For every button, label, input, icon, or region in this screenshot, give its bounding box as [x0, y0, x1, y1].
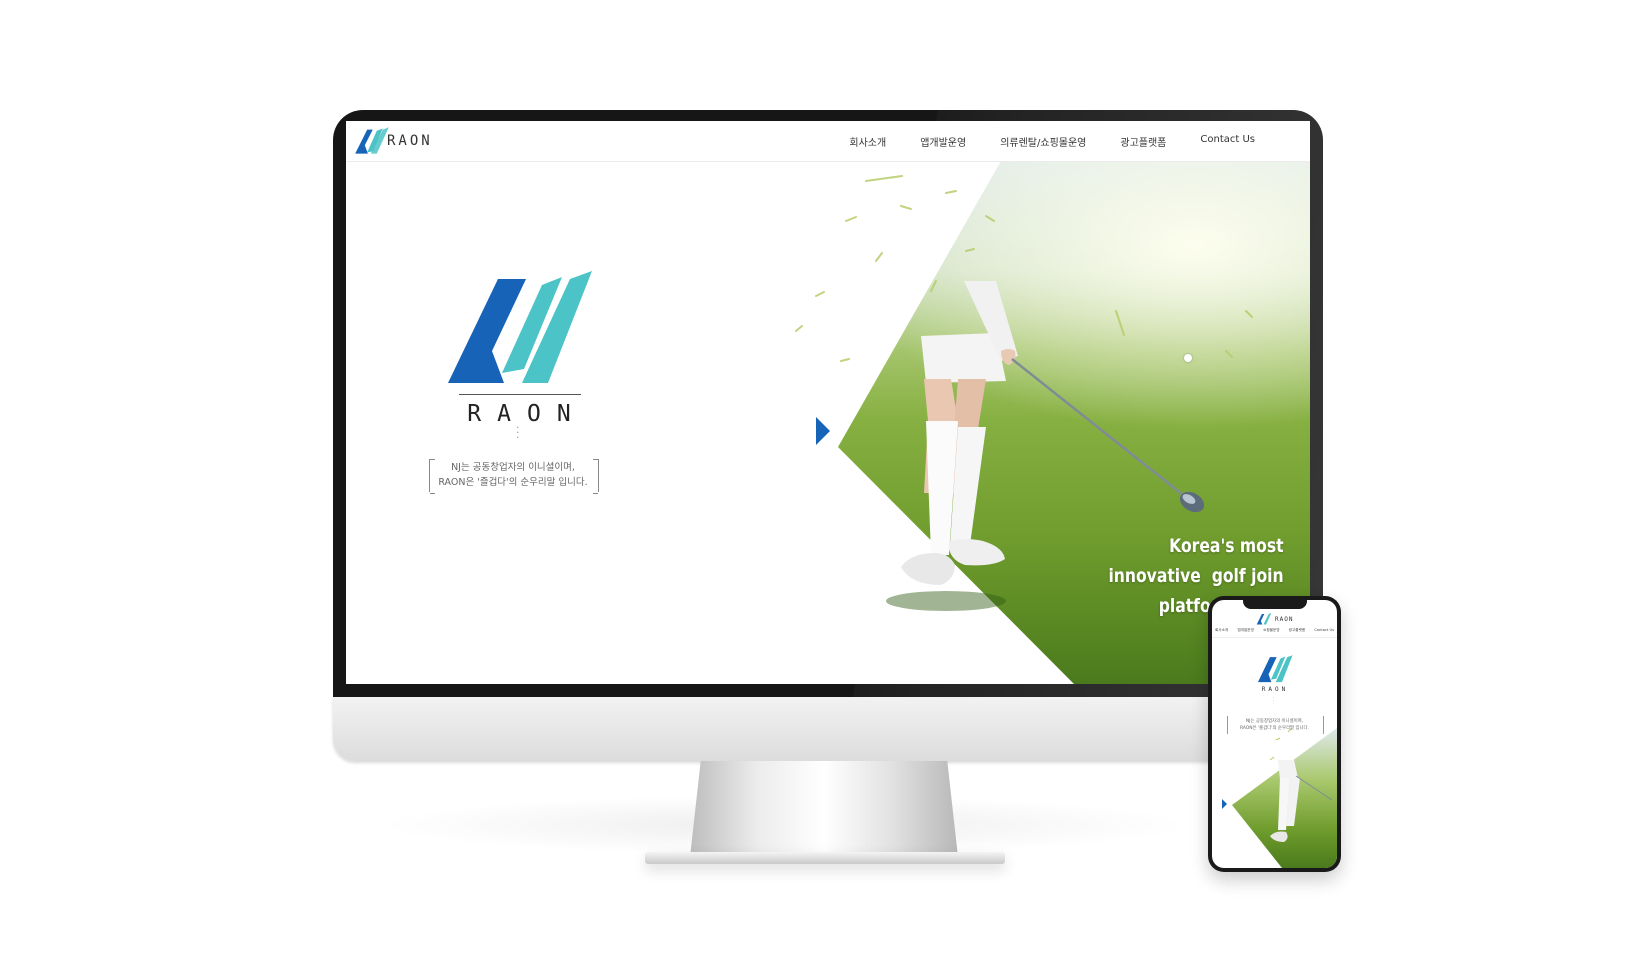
mobile-nav-logo-icon[interactable]	[1256, 613, 1272, 625]
monitor-stand	[690, 761, 958, 857]
mobile-hero-quote-line2: RAON은 '즐겁다'의 순우리말 입니다.	[1239, 726, 1309, 731]
mobile-nav-divider	[1212, 637, 1337, 638]
mobile-nav-wordmark[interactable]: RAON	[1275, 616, 1293, 623]
mobile-hero-dots: · · ·	[1273, 695, 1275, 706]
hero-quote-line2: RAON은 '즐겁다'의 순우리말 입니다.	[438, 477, 588, 488]
mobile-nav-item-company[interactable]: 회사소개	[1215, 628, 1228, 633]
hero-quote-text: NJ는 공동창업자의 이니셜이며, RAON은 '즐겁다'의 순우리말 입니다.	[429, 460, 597, 490]
mobile-hero-logo-icon	[1257, 655, 1293, 683]
nav-wordmark[interactable]: RAON	[387, 133, 433, 149]
mobile-nav-menu: 회사소개 앱개발운영 쇼핑몰운영 광고플랫폼 Contact Us	[1212, 628, 1337, 633]
nav-item-company[interactable]: 회사소개	[849, 134, 886, 149]
slide-arrow-icon[interactable]	[816, 417, 830, 445]
mobile-hero-wordmark: RAON	[1261, 686, 1289, 693]
hero-logo-icon	[448, 271, 592, 383]
desktop-screen: Korea's most innovative golf join platfo…	[346, 121, 1310, 684]
nav-item-rental-shop[interactable]: 의류렌탈/쇼핑몰운영	[1000, 134, 1086, 149]
mobile-slide-arrow-icon[interactable]	[1222, 799, 1227, 809]
mobile-screen: RAON 회사소개 앱개발운영 쇼핑몰운영 광고플랫폼 Contact Us R…	[1212, 600, 1337, 868]
mobile-hero-quote-line1: NJ는 공동창업자의 이니셜이며,	[1245, 719, 1304, 724]
monitor-chin	[333, 697, 1323, 761]
golf-ball	[1184, 354, 1192, 362]
mobile-nav-item-shop[interactable]: 쇼핑몰운영	[1263, 628, 1280, 633]
hero-divider	[459, 394, 581, 395]
nav-item-ad-platform[interactable]: 광고플랫폼	[1120, 134, 1166, 149]
monitor-base	[645, 852, 1005, 864]
hero-dots: · · ·	[516, 421, 520, 444]
mobile-nav-item-app-dev[interactable]: 앱개발운영	[1237, 628, 1254, 633]
mobile-golfer-illustration	[1269, 727, 1333, 842]
hero-quote-line1: NJ는 공동창업자의 이니셜이며,	[451, 462, 575, 473]
raon-logo-icon[interactable]	[354, 127, 390, 155]
nav-item-contact[interactable]: Contact Us	[1200, 134, 1255, 149]
mobile-nav-item-ad-platform[interactable]: 광고플랫폼	[1289, 628, 1306, 633]
top-navigation: RAON 회사소개 앱개발운영 의류렌탈/쇼핑몰운영 광고플랫폼 Contact…	[346, 121, 1310, 162]
device-mockup: Korea's most innovative golf join platfo…	[0, 0, 1626, 960]
nav-item-app-dev[interactable]: 앱개발운영	[920, 134, 966, 149]
mobile-nav-item-contact[interactable]: Contact Us	[1314, 628, 1334, 633]
nav-menu: 회사소개 앱개발운영 의류렌탈/쇼핑몰운영 광고플랫폼 Contact Us	[849, 134, 1255, 149]
phone-notch	[1243, 600, 1307, 609]
mobile-hero-quote-text: NJ는 공동창업자의 이니셜이며, RAON은 '즐겁다'의 순우리말 입니다.	[1227, 718, 1322, 732]
